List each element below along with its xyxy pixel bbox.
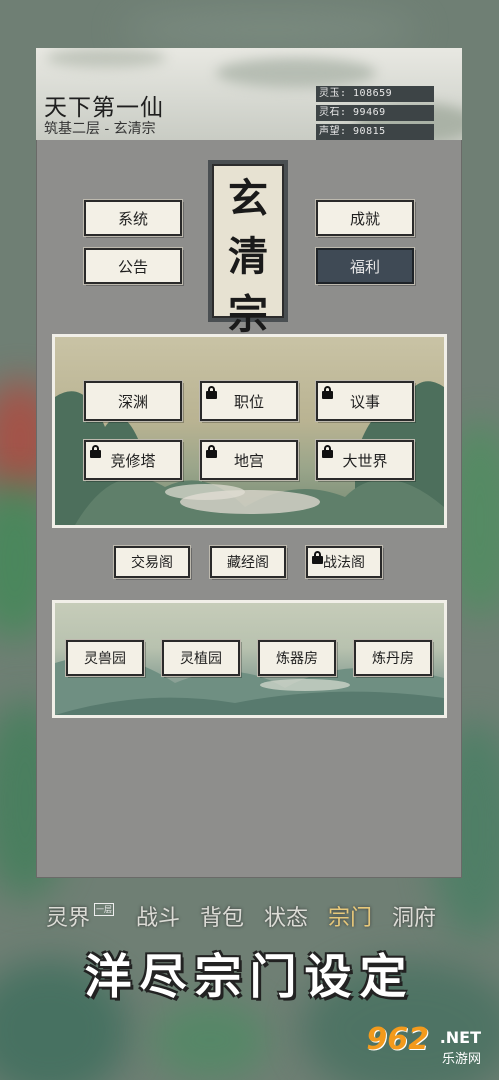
scene1-label: 竞修塔: [110, 451, 156, 470]
stat-lingyu: 灵玉: 108659: [316, 86, 434, 102]
welfare-button[interactable]: 福利: [315, 247, 415, 285]
bottom-nav: 灵界 一层 战斗 背包 状态 宗门 洞府: [36, 900, 462, 934]
scene2-label: 灵兽园: [84, 651, 126, 667]
watermark-suffix: .NET: [439, 1028, 481, 1047]
lock-icon: [206, 386, 217, 399]
combat-pavilion-button[interactable]: 战法阁: [305, 545, 383, 579]
watermark-site: 乐游网: [441, 1052, 481, 1067]
nav-tab-cave[interactable]: 洞府: [392, 900, 436, 932]
scene1-label: 职位: [233, 392, 264, 411]
achievement-label: 成就: [349, 209, 380, 228]
notice-button[interactable]: 公告: [83, 247, 183, 285]
player-title: 天下第一仙: [44, 95, 164, 121]
trade-pavilion-button[interactable]: 交易阁: [113, 545, 191, 579]
notice-label: 公告: [117, 257, 148, 276]
sect-emblem-char-2: 清: [228, 233, 268, 280]
lock-icon: [322, 386, 333, 399]
scene1-button-underground[interactable]: 地宫: [199, 439, 299, 481]
lock-icon: [322, 445, 333, 458]
scene2-label: 炼器房: [276, 651, 318, 667]
nav-badge: 一层: [94, 903, 114, 916]
beast-garden-button[interactable]: 灵兽园: [65, 639, 145, 677]
scene2-label: 灵植园: [180, 651, 222, 667]
scripture-pavilion-button[interactable]: 藏经阁: [209, 545, 287, 579]
scene1-button-abyss[interactable]: 深渊: [83, 380, 183, 422]
achievement-button[interactable]: 成就: [315, 199, 415, 237]
lock-icon: [206, 445, 217, 458]
nav-tab-spirit-realm[interactable]: 灵界: [46, 900, 90, 932]
alchemy-room-button[interactable]: 炼丹房: [353, 639, 433, 677]
stat-lingshi: 灵石: 99469: [316, 105, 434, 121]
lock-icon: [90, 445, 101, 458]
scene1-label: 大世界: [342, 451, 388, 470]
forge-room-button[interactable]: 炼器房: [257, 639, 337, 677]
system-label: 系统: [117, 209, 148, 228]
promo-caption: 洋尽宗门设定: [84, 950, 415, 1005]
sect-emblem: 玄 清 宗: [208, 160, 288, 338]
player-realm: 筑基二层 - 玄清宗: [44, 121, 156, 137]
middle-label: 交易阁: [131, 555, 173, 571]
scene1-label: 地宫: [233, 451, 264, 470]
scene1-label: 议事: [349, 392, 380, 411]
middle-label: 战法阁: [323, 555, 365, 571]
scene1-button-world[interactable]: 大世界: [315, 439, 415, 481]
watermark-number: 962: [366, 1022, 429, 1057]
sect-landscape-upper: [52, 334, 447, 528]
herb-garden-button[interactable]: 灵植园: [161, 639, 241, 677]
nav-tab-battle[interactable]: 战斗: [136, 900, 180, 932]
site-watermark: 962 .NET 乐游网: [359, 1022, 487, 1068]
nav-tab-backpack[interactable]: 背包: [200, 900, 244, 932]
sect-emblem-char-1: 玄: [228, 175, 268, 222]
scene2-label: 炼丹房: [372, 651, 414, 667]
scene1-label: 深渊: [117, 392, 148, 411]
nav-tab-status[interactable]: 状态: [264, 900, 308, 932]
lock-icon: [312, 551, 323, 564]
sect-emblem-char-3: 宗: [228, 291, 268, 338]
middle-label: 藏经阁: [227, 555, 269, 571]
mountain-scene-art: [55, 381, 444, 525]
scene1-button-tower[interactable]: 竞修塔: [83, 439, 183, 481]
scene1-button-council[interactable]: 议事: [315, 380, 415, 422]
nav-tab-sect[interactable]: 宗门: [328, 900, 372, 932]
scene1-button-position[interactable]: 职位: [199, 380, 299, 422]
welfare-label: 福利: [349, 257, 380, 276]
resource-stats: 灵玉: 108659 灵石: 99469 声望: 90815: [316, 86, 434, 143]
stat-shengwang: 声望: 90815: [316, 124, 434, 140]
system-button[interactable]: 系统: [83, 199, 183, 237]
